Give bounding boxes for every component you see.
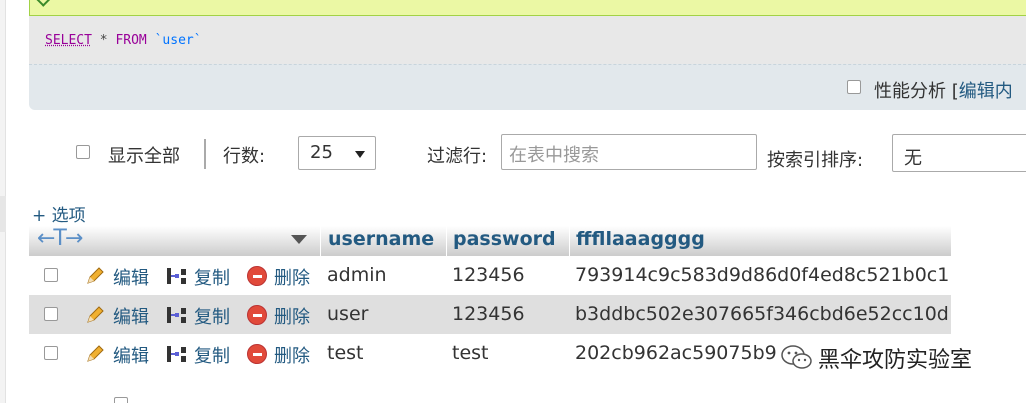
row-checkbox[interactable] [44,268,58,282]
sql-query-box: SELECT * FROM `user` [29,16,1026,64]
profiling-checkbox[interactable] [847,80,861,94]
delete-icon[interactable] [247,344,267,364]
edit-link[interactable]: 编辑 [113,303,149,329]
cell-password[interactable]: 123456 [452,264,525,286]
sort-triangle-icon[interactable] [291,235,307,244]
sql-query-text: SELECT * FROM `user` [45,33,202,48]
table-row: 编辑 复制 删除 admin 123456 793914c9c583d9d86d… [29,256,951,295]
sql-tools-bar: 性能分析 [编辑内 [29,64,1026,110]
edit-inline-link[interactable]: 编辑内 [959,81,1013,102]
select-all-checkbox[interactable] [114,397,128,403]
copy-link[interactable]: 复制 [194,303,230,329]
show-all-label[interactable]: 显示全部 [108,142,180,168]
column-separator [320,226,321,256]
check-icon [36,0,52,7]
cell-fffllaaagggg[interactable]: 202cb962ac59075b9 [575,342,777,364]
column-arrows-icon[interactable]: ←T→ [37,226,83,251]
rows-label: 行数: [223,146,266,167]
cell-username[interactable]: user [327,303,368,325]
column-header-fffllaaagggg[interactable]: fffllaaagggg [576,228,705,250]
pencil-icon[interactable] [85,344,105,364]
column-header-username[interactable]: username [328,228,434,250]
table-header: ←T→ username password fffllaaagggg [29,226,951,256]
pencil-icon[interactable] [85,305,105,325]
dropdown-arrow-icon [355,151,365,158]
success-message [29,0,1026,16]
table-navigation: 显示全部 行数: 25 过滤行: 在表中搜索 按索引排序: 无 [0,130,1026,176]
cell-username[interactable]: admin [327,264,387,286]
edit-link[interactable]: 编辑 [113,264,149,290]
column-separator [569,226,570,256]
filter-rows-input[interactable]: 在表中搜索 [501,134,757,170]
phpmyadmin-browse-view: SELECT * FROM `user` 性能分析 [编辑内 显示全部 行数: … [0,0,1026,403]
sort-by-key-label: 按索引排序: [767,150,864,171]
filter-rows-label: 过滤行: [427,146,488,167]
cell-password[interactable]: 123456 [452,303,525,325]
sql-keyword-from: FROM [115,33,147,48]
delete-icon[interactable] [247,266,267,286]
profiling-label: 性能分析 [编辑内 [874,81,1013,102]
show-all-checkbox[interactable] [76,145,90,159]
edit-link[interactable]: 编辑 [113,342,149,368]
column-separator [446,226,447,256]
sql-keyword-select[interactable]: SELECT [45,33,92,48]
cell-username[interactable]: test [327,342,364,364]
cell-fffllaaagggg[interactable]: b3ddbc502e307665f346cbd6e52cc10d [575,303,949,325]
copy-link[interactable]: 复制 [194,264,230,290]
watermark-text: 黑伞攻防实验室 [818,348,973,373]
row-checkbox[interactable] [44,346,58,360]
delete-icon[interactable] [247,305,267,325]
sql-star: * [99,33,108,48]
delete-link[interactable]: 删除 [274,342,310,368]
copy-icon[interactable] [166,344,188,364]
copy-link[interactable]: 复制 [194,342,230,368]
row-checkbox[interactable] [44,307,58,321]
copy-icon[interactable] [166,266,188,286]
options-link[interactable]: + 选项 [32,201,86,226]
column-header-password[interactable]: password [453,228,556,250]
divider [204,139,206,169]
watermark: 黑伞攻防实验室 [780,340,1020,376]
panel-resize-handle[interactable] [0,196,6,232]
rows-per-page-value: 25 [310,142,333,163]
navigation-panel-edge[interactable] [0,0,6,403]
sql-table-name: `user` [154,33,202,48]
cell-fffllaaagggg[interactable]: 793914c9c583d9d86d0f4ed8c521b0c1 [575,264,949,286]
bulk-actions-row-partial [0,392,1026,403]
sort-by-key-select[interactable]: 无 [892,134,1026,172]
rows-per-page-select[interactable]: 25 [298,136,376,170]
delete-link[interactable]: 删除 [274,303,310,329]
delete-link[interactable]: 删除 [274,264,310,290]
copy-icon[interactable] [166,305,188,325]
pencil-icon[interactable] [85,266,105,286]
cell-password[interactable]: test [452,342,489,364]
wechat-icon [781,345,812,369]
table-row: 编辑 复制 删除 user 123456 b3ddbc502e307665f34… [29,295,951,334]
